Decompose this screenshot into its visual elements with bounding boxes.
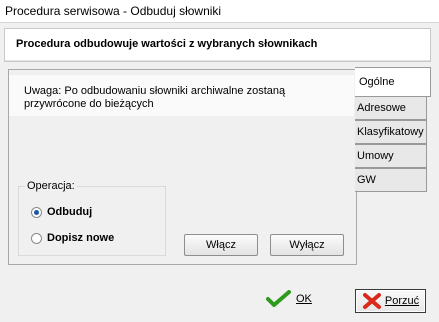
tab-label: Klasyfikatowy bbox=[357, 126, 424, 138]
header-panel: Procedura odbudowuje wartości z wybranyc… bbox=[4, 28, 431, 62]
close-icon bbox=[362, 293, 381, 309]
enable-button[interactable]: Włącz bbox=[184, 234, 258, 256]
radio-label: Odbuduj bbox=[47, 206, 93, 218]
title-bar: Procedura serwisowa - Odbuduj słowniki bbox=[0, 0, 439, 23]
tab-gw[interactable]: GW bbox=[355, 168, 427, 192]
cancel-button[interactable]: Porzuć bbox=[355, 289, 426, 313]
tab-umowy[interactable]: Umowy bbox=[355, 144, 427, 168]
ok-button[interactable]: OK bbox=[266, 290, 312, 308]
radio-selected-icon[interactable] bbox=[31, 206, 42, 218]
cancel-label: Porzuć bbox=[384, 295, 420, 307]
radio-unselected-icon[interactable] bbox=[31, 232, 42, 244]
check-icon bbox=[266, 290, 291, 307]
disable-button[interactable]: Wyłącz bbox=[270, 234, 344, 256]
note-text: Uwaga: Po odbudowaniu słowniki archiwaln… bbox=[24, 85, 286, 110]
tab-label: GW bbox=[357, 174, 376, 186]
tab-adresowe[interactable]: Adresowe bbox=[355, 96, 427, 120]
operation-legend: Operacja: bbox=[25, 180, 77, 192]
tab-ogolne[interactable]: Ogólne bbox=[355, 67, 431, 97]
radio-odbuduj[interactable]: Odbuduj bbox=[31, 205, 92, 219]
operation-group bbox=[18, 186, 166, 256]
tab-label: Ogólne bbox=[359, 76, 395, 88]
window-title: Procedura serwisowa - Odbuduj słowniki bbox=[5, 4, 222, 18]
tab-label: Adresowe bbox=[357, 102, 406, 114]
tab-klasyfikatowy[interactable]: Klasyfikatowy bbox=[355, 120, 427, 144]
header-text: Procedura odbudowuje wartości z wybranyc… bbox=[16, 38, 318, 50]
radio-dopisz-nowe[interactable]: Dopisz nowe bbox=[31, 231, 114, 245]
ok-label: OK bbox=[296, 293, 312, 305]
radio-label: Dopisz nowe bbox=[47, 232, 115, 244]
note-box: Uwaga: Po odbudowaniu słowniki archiwaln… bbox=[9, 75, 354, 116]
tab-label: Umowy bbox=[357, 150, 394, 162]
